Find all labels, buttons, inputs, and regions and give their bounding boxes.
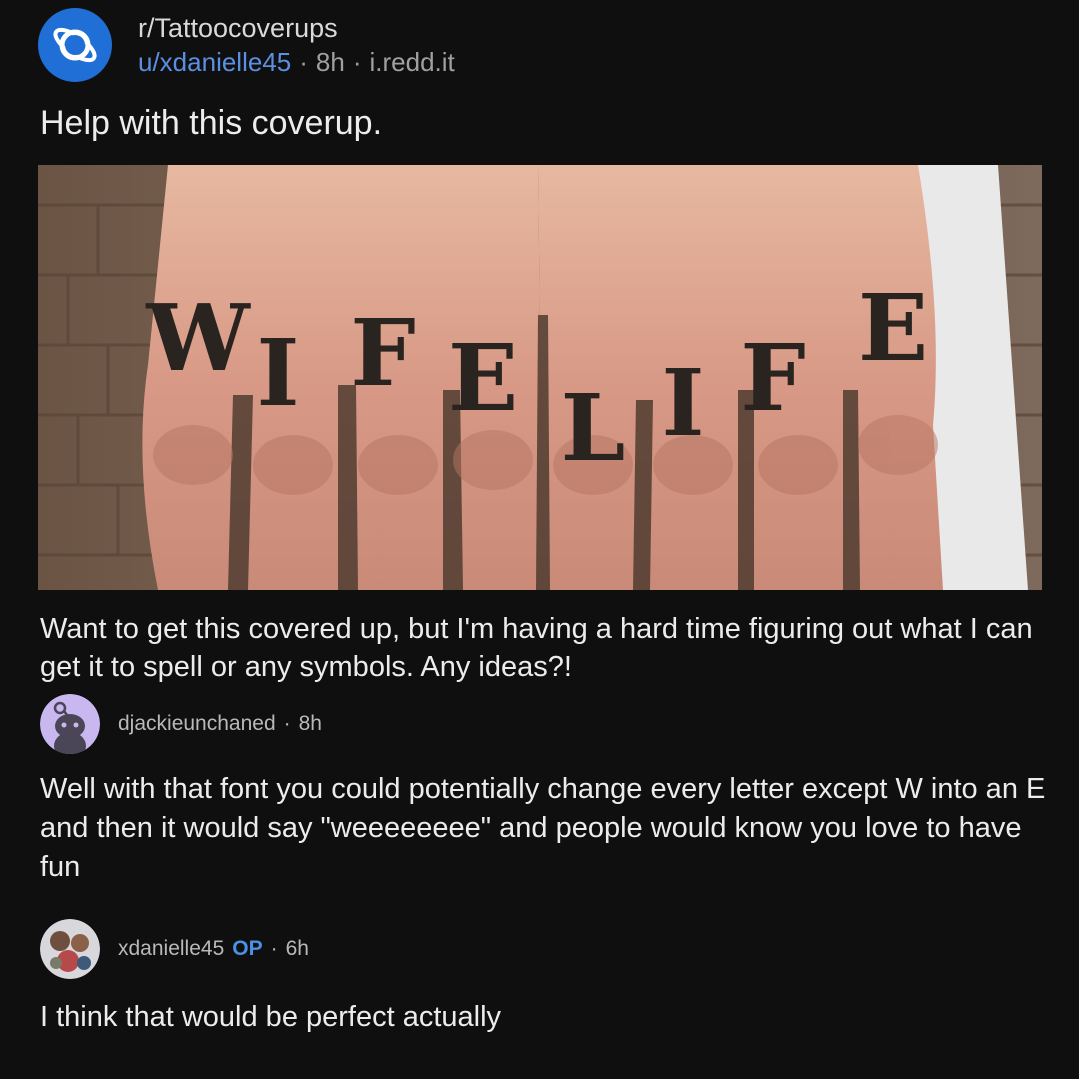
snoo-avatar-icon[interactable] (40, 694, 100, 754)
post-age: 8h (315, 47, 345, 77)
separator-dot: · (299, 47, 308, 77)
knuckle-tattoo-photo: W I F E L I F E (38, 165, 1042, 590)
comment-header: xdanielle45 OP · 6h (40, 919, 309, 979)
tattoo-letter: W (145, 284, 251, 392)
comment-text: Well with that font you could potentiall… (40, 773, 1046, 883)
comment-age: 6h (285, 937, 309, 960)
comment-header: djackieunchaned · 8h (40, 694, 322, 754)
separator-dot: · (270, 937, 278, 960)
post-image[interactable]: W I F E L I F E (38, 165, 1042, 590)
comment-username[interactable]: djackieunchaned (118, 712, 276, 735)
comment-meta: djackieunchaned · 8h (118, 712, 322, 736)
comment-meta: xdanielle45 OP · 6h (118, 937, 309, 961)
subreddit-link[interactable]: r/Tattoocoverups (138, 11, 455, 45)
tattoo-letter: I (256, 319, 299, 427)
photo-avatar[interactable] (40, 919, 100, 979)
comment-username[interactable]: xdanielle45 (118, 937, 224, 960)
post-meta: r/Tattoocoverups u/xdanielle45 · 8h · i.redd… (138, 11, 455, 79)
separator-dot: · (283, 712, 291, 735)
post-body-text: Want to get this covered up, but I'm hav… (40, 613, 1033, 683)
tattoo-letter: E (858, 274, 928, 382)
reddit-post-screenshot: r/Tattoocoverups u/xdanielle45 · 8h · i.redd… (0, 0, 1079, 1079)
post-domain[interactable]: i.redd.it (370, 47, 455, 77)
comment-age: 8h (298, 712, 322, 735)
tattoo-letter: I (661, 349, 704, 457)
author-link[interactable]: u/xdanielle45 (138, 47, 291, 77)
tattoo-letter: E (448, 324, 518, 432)
planet-icon[interactable] (38, 8, 112, 82)
post-byline: u/xdanielle45 · 8h · i.redd.it (138, 45, 455, 79)
tattoo-letter: F (740, 324, 805, 432)
tattoo-letter: F (350, 299, 415, 407)
post-header: r/Tattoocoverups u/xdanielle45 · 8h · i.redd… (38, 8, 455, 82)
tattoo-letter: L (561, 374, 626, 482)
op-badge: OP (232, 937, 263, 960)
comment-text: I think that would be perfect actually (40, 1001, 502, 1033)
post-title[interactable]: Help with this coverup. (40, 104, 382, 143)
separator-dot: · (352, 47, 362, 77)
